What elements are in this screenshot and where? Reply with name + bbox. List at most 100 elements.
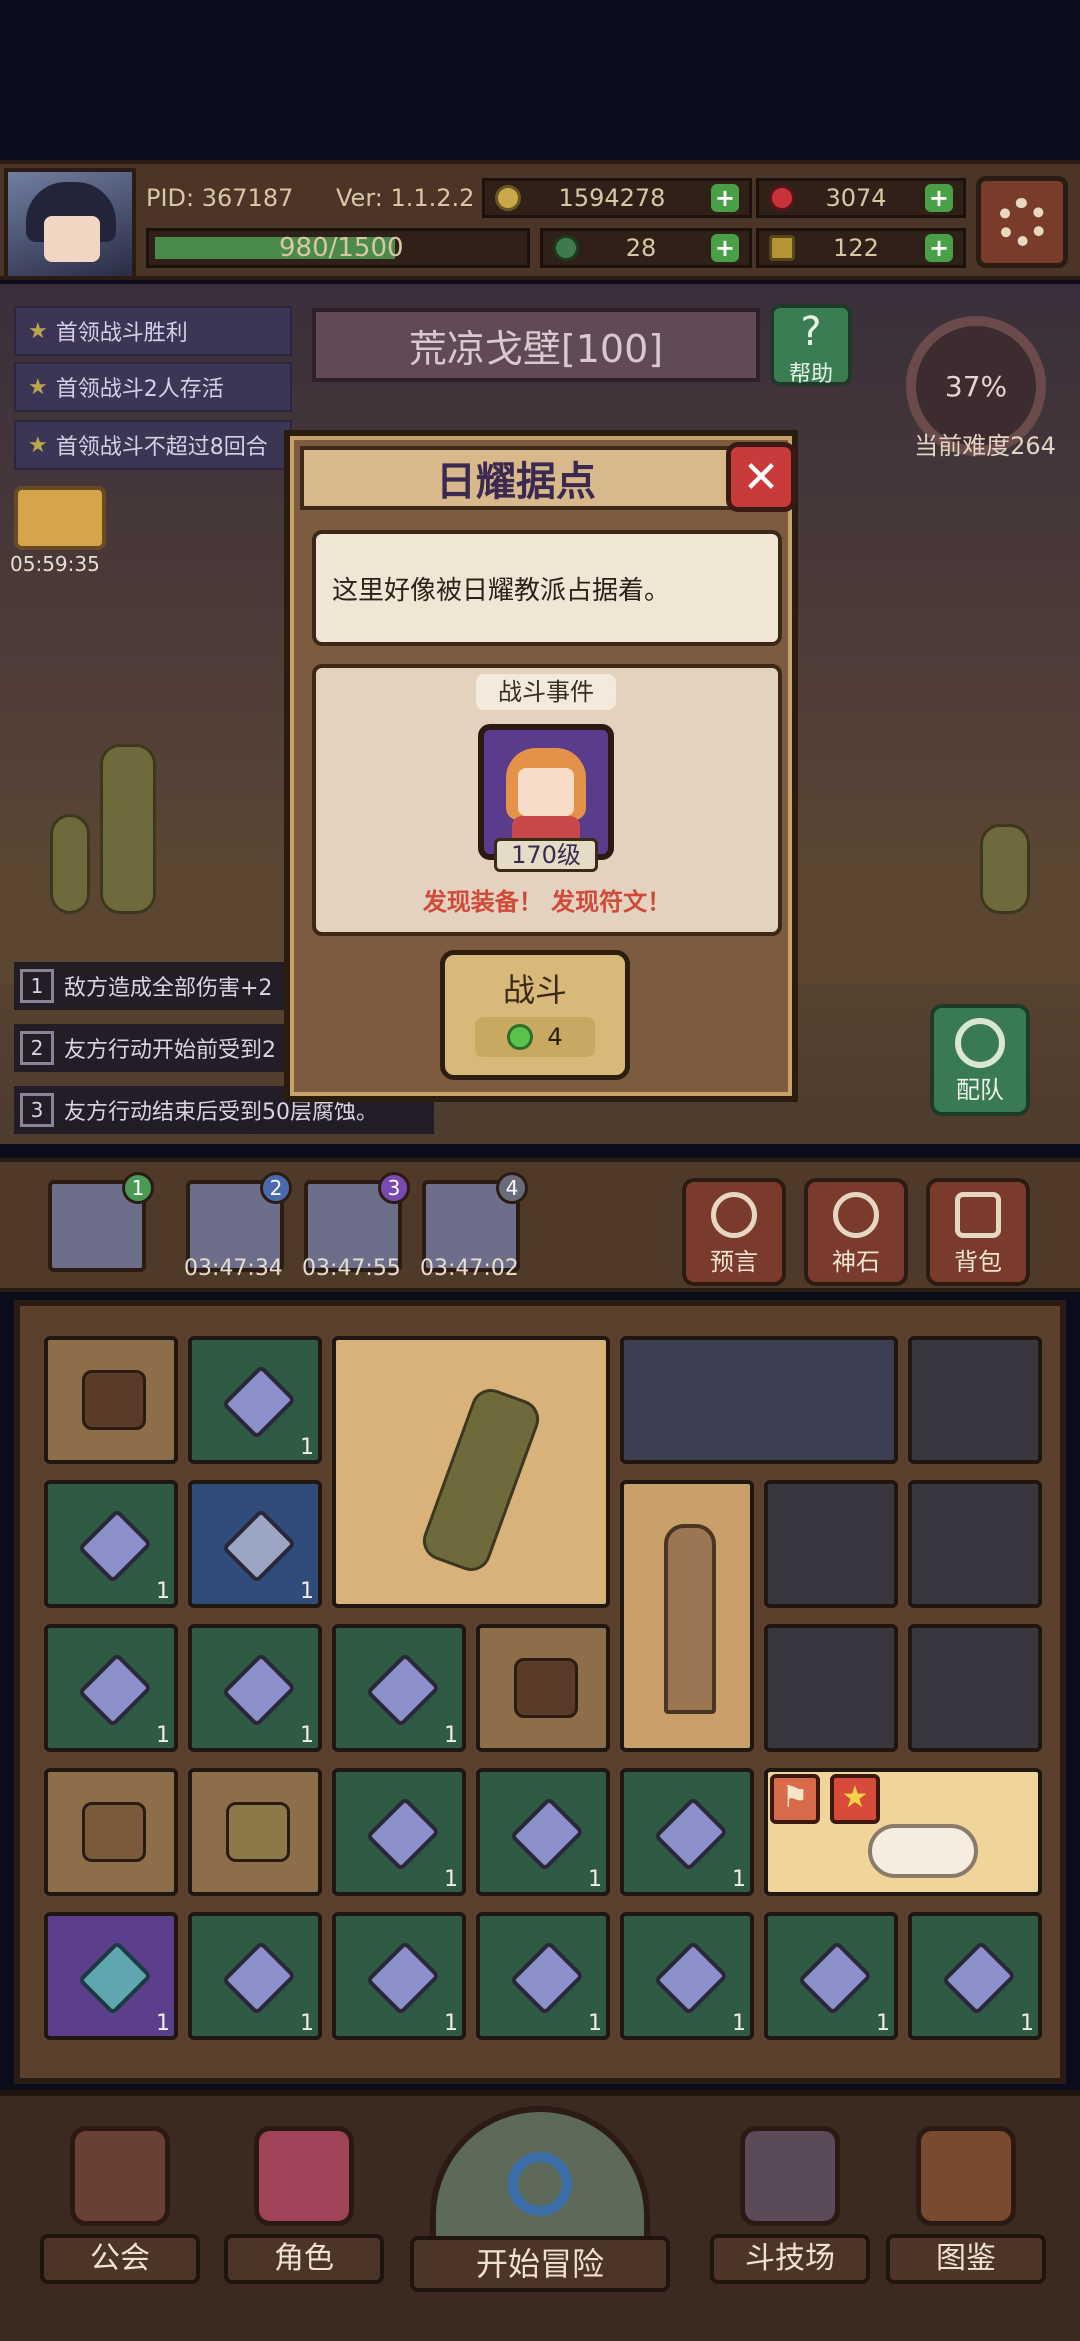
crystal-tile[interactable]: 1: [332, 1912, 466, 2040]
add-gold-button[interactable]: +: [710, 184, 739, 212]
skull-tile[interactable]: ⚑ ★: [764, 1768, 1042, 1896]
totem-tile[interactable]: [620, 1480, 754, 1752]
crystal-tile[interactable]: 1: [476, 1912, 610, 2040]
crystal-icon: [509, 1940, 585, 2016]
modifier-item: 1 敌方造成全部伤害+2: [14, 962, 314, 1010]
signpost-icon: [82, 1802, 146, 1862]
player-avatar[interactable]: [4, 168, 136, 280]
green-gem-icon: [507, 1024, 534, 1050]
crystal-tile[interactable]: 1: [332, 1624, 466, 1752]
close-button[interactable]: ✕: [726, 442, 796, 512]
fight-cost-value: 4: [547, 1023, 563, 1051]
gold-counter: 1594278 +: [482, 178, 752, 218]
crystal-tile[interactable]: 1: [188, 1336, 322, 1464]
stage-title: 荒凉戈壁[100]: [312, 308, 760, 382]
nav-character[interactable]: 角色: [224, 2116, 384, 2316]
crystal-tile[interactable]: 1: [908, 1912, 1042, 2040]
campfire-tile[interactable]: [44, 1336, 178, 1464]
gold-coin-icon: [495, 185, 521, 211]
crystal-icon: [221, 1508, 297, 1584]
crystal-tile[interactable]: 1: [44, 1624, 178, 1752]
help-button[interactable]: ? 帮助: [770, 304, 852, 387]
crystal-icon: [365, 1652, 441, 1728]
add-key-button[interactable]: +: [925, 234, 953, 262]
team-icon: [955, 1018, 1005, 1068]
tile-quantity: 1: [876, 2011, 890, 2036]
character-icon: [254, 2126, 354, 2226]
chest-icon: [514, 1658, 578, 1718]
crystal-tile[interactable]: 1: [620, 1768, 754, 1896]
cactus-icon: [417, 1383, 545, 1577]
cactus-icon: [226, 1802, 290, 1862]
nav-codex[interactable]: 图鉴: [886, 2116, 1046, 2316]
crystal-icon: [77, 1940, 153, 2016]
locked-tile[interactable]: [620, 1336, 898, 1464]
godstone-label: 神石: [832, 1248, 880, 1276]
nav-start-adventure[interactable]: 开始冒险: [410, 2096, 670, 2341]
quest-item: ★ 首领战斗不超过8回合: [14, 420, 292, 470]
prophecy-button[interactable]: 预言: [682, 1178, 786, 1286]
cactus-tile[interactable]: [188, 1768, 322, 1896]
fight-button[interactable]: 战斗 4: [440, 950, 630, 1080]
skull-icon: [868, 1824, 978, 1878]
crystal-tile[interactable]: 1: [188, 1624, 322, 1752]
team-button[interactable]: 配队: [930, 1004, 1030, 1116]
backpack-label: 背包: [954, 1248, 1002, 1276]
crystal-tile[interactable]: 1: [332, 1768, 466, 1896]
crystal-tile[interactable]: 1: [476, 1768, 610, 1896]
key-icon: [769, 235, 795, 261]
tile-quantity: 1: [732, 2011, 746, 2036]
expedition-timer: 03:47:02: [420, 1256, 519, 1281]
question-icon: ?: [800, 309, 822, 355]
gift-box-icon[interactable]: [14, 486, 106, 550]
nav-guild[interactable]: 公会: [40, 2116, 200, 2316]
difficulty-label: 当前难度264: [914, 432, 1056, 460]
expedition-slot[interactable]: 1: [48, 1172, 154, 1272]
crystal-tile[interactable]: 1: [188, 1912, 322, 2040]
tile-quantity: 1: [444, 2011, 458, 2036]
avatar-face: [44, 216, 100, 262]
gear-icon: [998, 198, 1046, 246]
crystal-tile[interactable]: 1: [188, 1480, 322, 1608]
ruby-value: 3074: [825, 184, 887, 212]
ruby-icon: [769, 185, 795, 211]
tile-quantity: 1: [156, 1723, 170, 1748]
add-ruby-button[interactable]: +: [924, 184, 953, 212]
key-value: 122: [833, 234, 879, 262]
nav-arena[interactable]: 斗技场: [710, 2116, 870, 2316]
hp-value: 980/1500: [279, 233, 404, 263]
slot-badge: 4: [496, 1172, 528, 1204]
cauldron-icon: [82, 1370, 146, 1430]
locked-tile[interactable]: [908, 1480, 1042, 1608]
star-icon: ★: [28, 374, 48, 400]
modifier-number: 1: [20, 969, 54, 1003]
backpack-button[interactable]: 背包: [926, 1178, 1030, 1286]
crystal-tile[interactable]: 1: [44, 1912, 178, 2040]
crystal-icon: [365, 1940, 441, 2016]
bottom-navigation: 公会 角色 开始冒险 斗技场 图鉴: [0, 2090, 1080, 2341]
team-label: 配队: [956, 1076, 1004, 1104]
nav-label: 角色: [224, 2234, 384, 2284]
godstone-button[interactable]: 神石: [804, 1178, 908, 1286]
crystal-tile[interactable]: 1: [620, 1912, 754, 2040]
orb-icon: [833, 1192, 879, 1238]
crystal-tile[interactable]: 1: [44, 1480, 178, 1608]
settings-button[interactable]: [976, 176, 1068, 268]
tile-quantity: 1: [732, 1867, 746, 1892]
chest-tile[interactable]: [476, 1624, 610, 1752]
expedition-strip: 1 2 3 4 03:47:34 03:47:55 03:47:02 预言 神石…: [0, 1158, 1080, 1292]
locked-tile[interactable]: [908, 1336, 1042, 1464]
cactus-tile[interactable]: [332, 1336, 610, 1608]
tile-quantity: 1: [588, 1867, 602, 1892]
tile-quantity: 1: [300, 1435, 314, 1460]
add-clover-button[interactable]: +: [710, 234, 739, 262]
crystal-tile[interactable]: 1: [764, 1912, 898, 2040]
signpost-tile[interactable]: [44, 1768, 178, 1896]
nav-label: 图鉴: [886, 2234, 1046, 2284]
backpack-icon: [955, 1192, 1001, 1238]
locked-tile[interactable]: [764, 1480, 898, 1608]
quest-label: 首领战斗不超过8回合: [55, 435, 268, 460]
dialog-description: 这里好像被日耀教派占据着。: [312, 530, 782, 646]
locked-tile[interactable]: [764, 1624, 898, 1752]
locked-tile[interactable]: [908, 1624, 1042, 1752]
